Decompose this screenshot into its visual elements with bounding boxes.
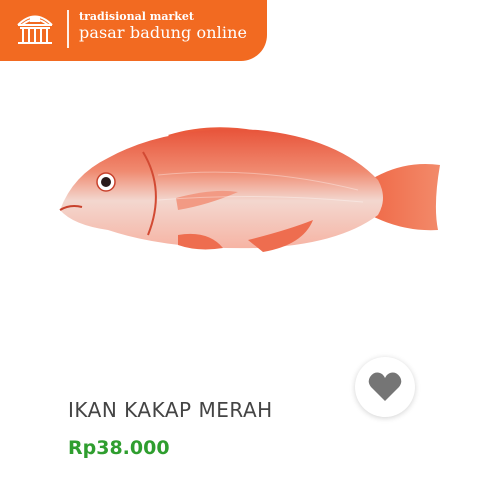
product-name[interactable]: IKAN KAKAP MERAH (68, 398, 273, 422)
site-header: tradisional market pasar badung online (0, 0, 267, 61)
red-snapper-fish-image[interactable] (48, 80, 450, 370)
market-building-icon[interactable] (14, 10, 56, 50)
favorite-button[interactable] (355, 357, 415, 417)
product-price: Rp38.000 (68, 437, 170, 459)
logo-divider (67, 10, 69, 48)
brand-tagline: tradisional market (79, 10, 194, 23)
heart-icon (368, 372, 402, 401)
brand-name[interactable]: pasar badung online (79, 23, 247, 42)
